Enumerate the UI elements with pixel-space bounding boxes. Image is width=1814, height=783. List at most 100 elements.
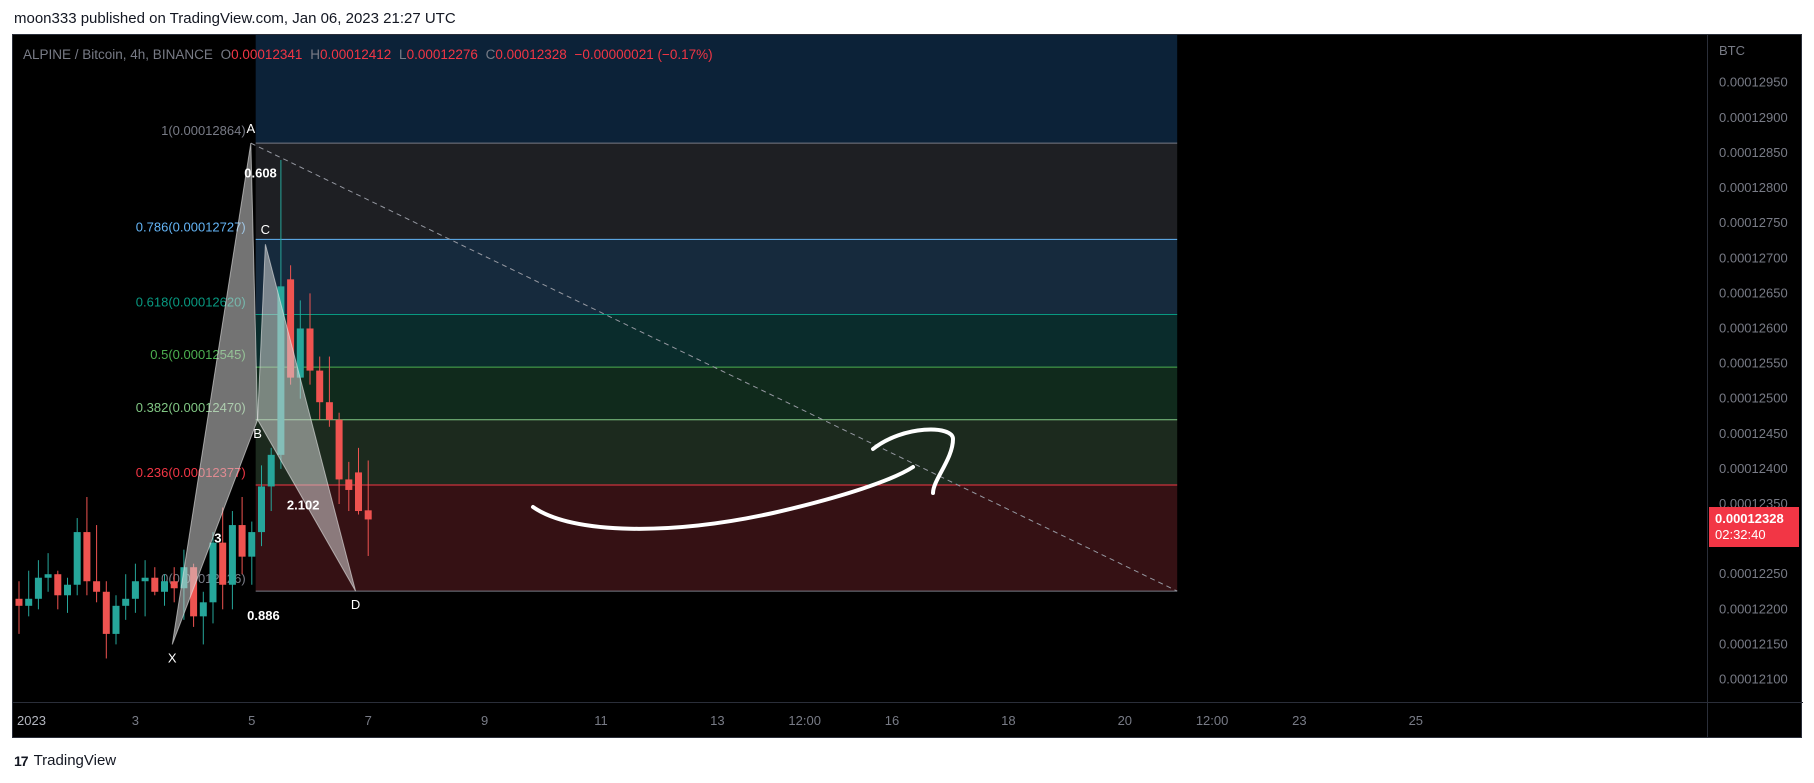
candle-body — [345, 479, 353, 490]
close-key: C — [485, 47, 496, 62]
time-tick-label: 20 — [1118, 713, 1132, 728]
candle-body — [141, 577, 149, 582]
fib-level-label: 1(0.00012864) — [161, 123, 246, 138]
candle-body — [44, 574, 52, 578]
time-tick-label: 12:00 — [1196, 713, 1229, 728]
candle-body — [54, 574, 62, 596]
candle-body — [248, 532, 256, 557]
brand-name: TradingView — [33, 752, 117, 769]
harmonic-point-label: X — [168, 650, 177, 665]
price-axis-divider — [1707, 35, 1708, 737]
price-tick-label: 0.00012250 — [1719, 566, 1788, 581]
candle-body — [199, 602, 207, 617]
price-tick-label: 0.00012650 — [1719, 285, 1788, 300]
fib-zone — [255, 239, 1178, 315]
chart-frame[interactable]: 1(0.00012864) 0.786(0.00012727) 0.618(0.00… — [12, 34, 1803, 739]
candle-body — [335, 419, 343, 480]
harmonic-ratio-label: 0.608 — [244, 166, 277, 181]
harmonic-point-label: D — [351, 597, 360, 612]
harmonic-ratio-label: 3 — [214, 531, 221, 546]
time-tick-label: 5 — [248, 713, 255, 728]
harmonic-point-label: A — [246, 121, 255, 136]
harmonic-ratio-label: 2.102 — [287, 498, 320, 513]
candle-body — [238, 525, 246, 557]
fib-zone — [255, 367, 1178, 420]
candle-body — [170, 581, 178, 589]
candle-body — [93, 581, 101, 592]
price-tick-label: 0.00012450 — [1719, 426, 1788, 441]
high-key: H — [310, 47, 320, 62]
candle-body — [131, 581, 139, 599]
price-tick-label: 0.00012200 — [1719, 601, 1788, 616]
fib-zone — [255, 419, 1178, 486]
candle-body — [258, 486, 265, 533]
candle-body — [364, 510, 372, 520]
low-value: 0.00012276 — [406, 47, 478, 62]
price-tick-label: 0.00012900 — [1719, 110, 1788, 125]
time-tick-label: 9 — [481, 713, 488, 728]
time-tick-label: 18 — [1001, 713, 1015, 728]
candle-body — [25, 598, 33, 606]
candle-body — [151, 577, 159, 592]
candle-body — [306, 328, 314, 371]
candle-body — [161, 581, 168, 592]
publish-header: moon333 published on TradingView.com, Ja… — [14, 10, 456, 27]
price-tick-label: 0.00012700 — [1719, 250, 1788, 265]
time-tick-label: 3 — [132, 713, 139, 728]
change-value: −0.00000021 (−0.17%) — [574, 47, 713, 62]
candle-body — [267, 454, 275, 487]
candle-body — [112, 605, 120, 634]
candle-body — [355, 472, 362, 512]
fib-level-label: 0.786(0.00012727) — [136, 219, 246, 234]
fib-zone — [255, 314, 1178, 368]
chart-canvas[interactable]: 1(0.00012864)0.786(0.00012727)0.618(0.00… — [13, 35, 1803, 739]
price-axis-unit[interactable]: BTC — [1719, 43, 1745, 58]
candle-body — [209, 542, 217, 603]
fib-zone — [255, 143, 1178, 240]
close-value: 0.00012328 — [495, 47, 567, 62]
high-value: 0.00012412 — [319, 47, 392, 62]
open-key: O — [220, 47, 232, 62]
candle-body — [102, 591, 110, 634]
candle-body — [83, 532, 91, 582]
harmonic-point-label: C — [261, 222, 270, 237]
time-tick-label: 25 — [1409, 713, 1423, 728]
candle-body — [15, 598, 23, 606]
last-price-value: 0.00012328 — [1715, 511, 1784, 526]
symbol-label[interactable]: ALPINE / Bitcoin, 4h, BINANCE — [23, 47, 213, 62]
price-tick-label: 0.00012400 — [1719, 461, 1788, 476]
fib-zone — [255, 485, 1178, 592]
bar-countdown: 02:32:40 — [1715, 527, 1766, 542]
tradingview-logo-icon: 17 — [14, 752, 29, 769]
open-value: 0.00012341 — [231, 47, 303, 62]
candle-body — [73, 532, 81, 585]
price-tick-label: 0.00012800 — [1719, 180, 1788, 195]
candle-body — [64, 584, 71, 596]
time-tick-label: 11 — [594, 713, 608, 728]
price-tick-label: 0.00012750 — [1719, 215, 1788, 230]
harmonic-ratio-label: 0.886 — [247, 608, 280, 623]
last-price-tag: 0.00012328 02:32:40 — [1709, 507, 1799, 547]
price-tick-label: 0.00012550 — [1719, 356, 1788, 371]
candle-body — [34, 577, 42, 599]
price-tick-label: 0.00012950 — [1719, 75, 1788, 90]
candle-body — [122, 598, 130, 606]
candle-body — [228, 525, 236, 585]
time-tick-label: 23 — [1292, 713, 1306, 728]
candle-body — [316, 370, 324, 403]
price-tick-label: 0.00012100 — [1719, 672, 1788, 687]
time-axis-divider — [13, 702, 1803, 703]
time-tick-label: 2023 — [17, 713, 46, 728]
ohlc-legend: ALPINE / Bitcoin, 4h, BINANCE O0.0001234… — [23, 47, 713, 62]
time-tick-label: 16 — [885, 713, 899, 728]
harmonic-point-label: B — [253, 426, 262, 441]
time-tick-label: 13 — [710, 713, 724, 728]
candle-body — [325, 402, 333, 420]
time-tick-label: 12:00 — [788, 713, 821, 728]
price-tick-label: 0.00012850 — [1719, 145, 1788, 160]
price-tick-label: 0.00012500 — [1719, 391, 1788, 406]
tradingview-brand[interactable]: 17 TradingView — [14, 752, 116, 769]
low-key: L — [399, 47, 407, 62]
time-tick-label: 7 — [365, 713, 372, 728]
candle-body — [219, 542, 227, 585]
